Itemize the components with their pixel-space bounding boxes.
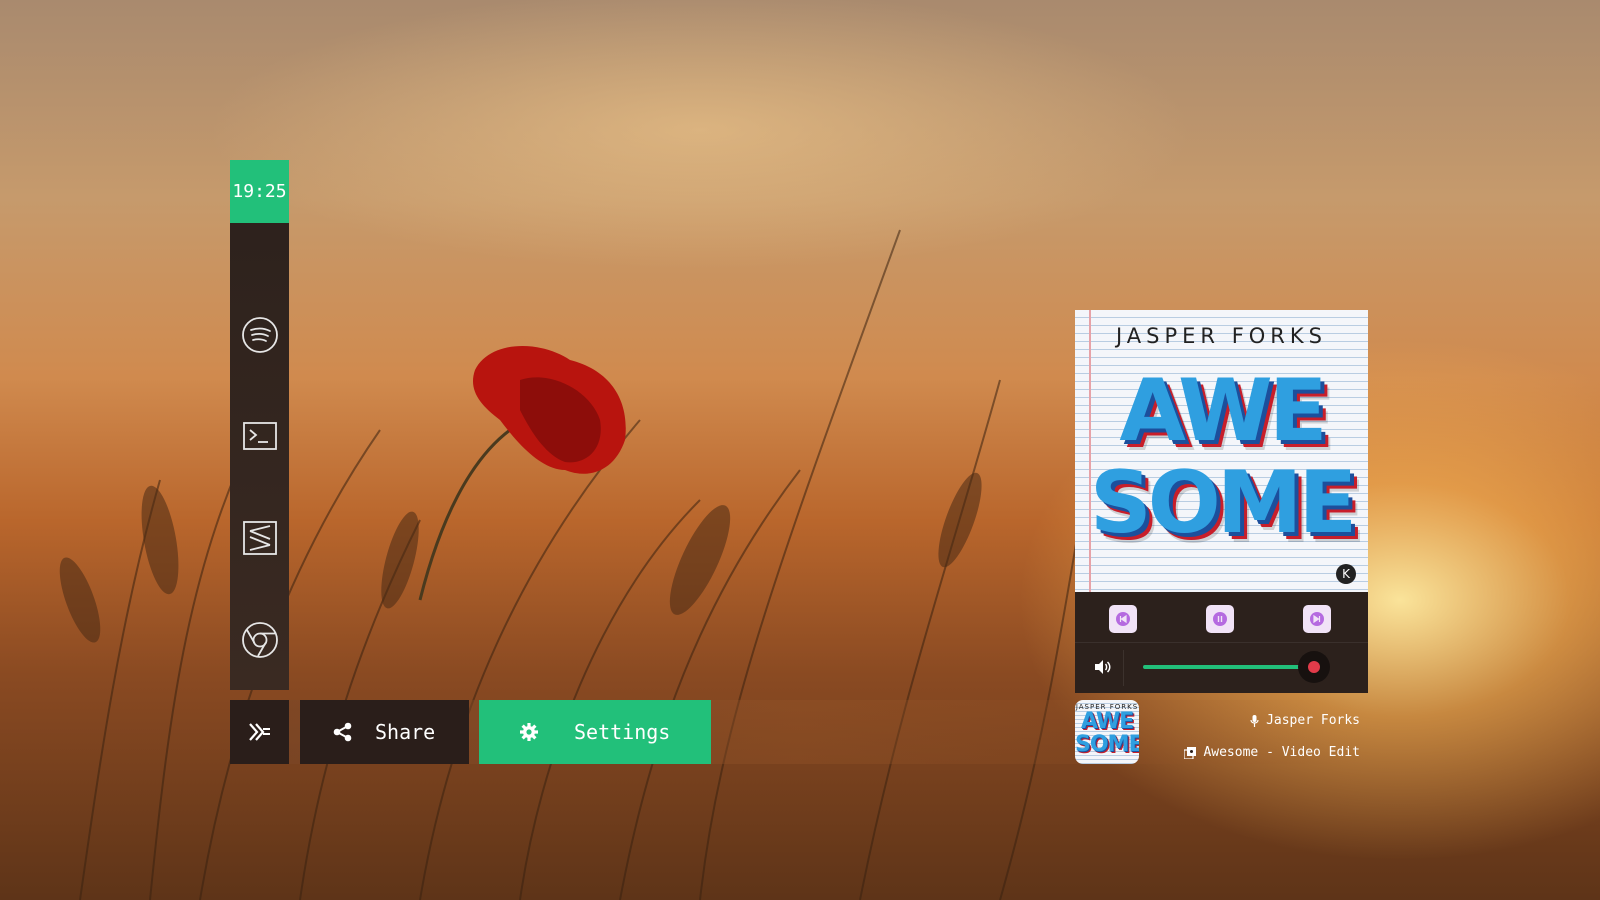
volume-knob[interactable] (1298, 651, 1330, 683)
label-logo-icon: K (1336, 564, 1356, 584)
volume-button[interactable] (1091, 655, 1115, 679)
previous-button[interactable] (1109, 605, 1137, 633)
dock-app-chrome[interactable] (230, 610, 289, 670)
launcher-button[interactable] (230, 700, 289, 764)
chrome-icon (241, 622, 278, 658)
share-button[interactable]: Share (300, 700, 469, 764)
settings-label: Settings (574, 720, 671, 744)
volume-slider[interactable] (1143, 651, 1330, 683)
thumb-title-line2: SOME (1075, 732, 1139, 757)
sublime-text-icon (242, 521, 277, 555)
terminal-icon (242, 422, 277, 450)
artist-name: Jasper Forks (1266, 713, 1360, 728)
spotify-icon (241, 317, 278, 353)
cover-artist: JASPER FORKS (1115, 324, 1328, 348)
pause-button[interactable] (1206, 605, 1234, 633)
music-player: JASPER FORKS AWE SOME K (1075, 310, 1368, 693)
volume-fill (1143, 665, 1314, 669)
cover-title-line1: AWE (1119, 361, 1327, 461)
launcher-logo-icon (248, 723, 270, 741)
track-title: Awesome - Video Edit (1203, 745, 1360, 760)
volume-row (1075, 642, 1368, 693)
previous-icon (1116, 612, 1130, 626)
dock-app-sublime[interactable] (230, 508, 289, 568)
gear-icon (519, 722, 539, 742)
playback-controls (1075, 592, 1368, 643)
next-icon (1310, 612, 1324, 626)
album-cover: JASPER FORKS AWE SOME K (1075, 310, 1368, 592)
album-icon (1184, 746, 1197, 759)
share-label: Share (375, 720, 436, 744)
now-playing-artist: Jasper Forks (1250, 713, 1360, 728)
microphone-icon (1250, 714, 1259, 727)
pause-icon (1213, 612, 1227, 626)
next-button[interactable] (1303, 605, 1331, 633)
now-playing-track: Awesome - Video Edit (1184, 745, 1360, 760)
settings-button[interactable]: Settings (479, 700, 711, 764)
share-icon (333, 722, 353, 742)
app-dock: 19:25 (230, 160, 289, 690)
clock: 19:25 (230, 160, 289, 223)
volume-divider (1123, 650, 1124, 686)
thumb-title-line1: AWE (1080, 709, 1134, 734)
dock-app-spotify[interactable] (230, 305, 289, 365)
now-playing-thumbnail[interactable]: JASPER FORKS AWE SOME (1075, 700, 1139, 764)
volume-icon (1095, 660, 1111, 674)
dock-app-terminal[interactable] (230, 406, 289, 466)
cover-title-line2: SOME (1089, 453, 1357, 553)
